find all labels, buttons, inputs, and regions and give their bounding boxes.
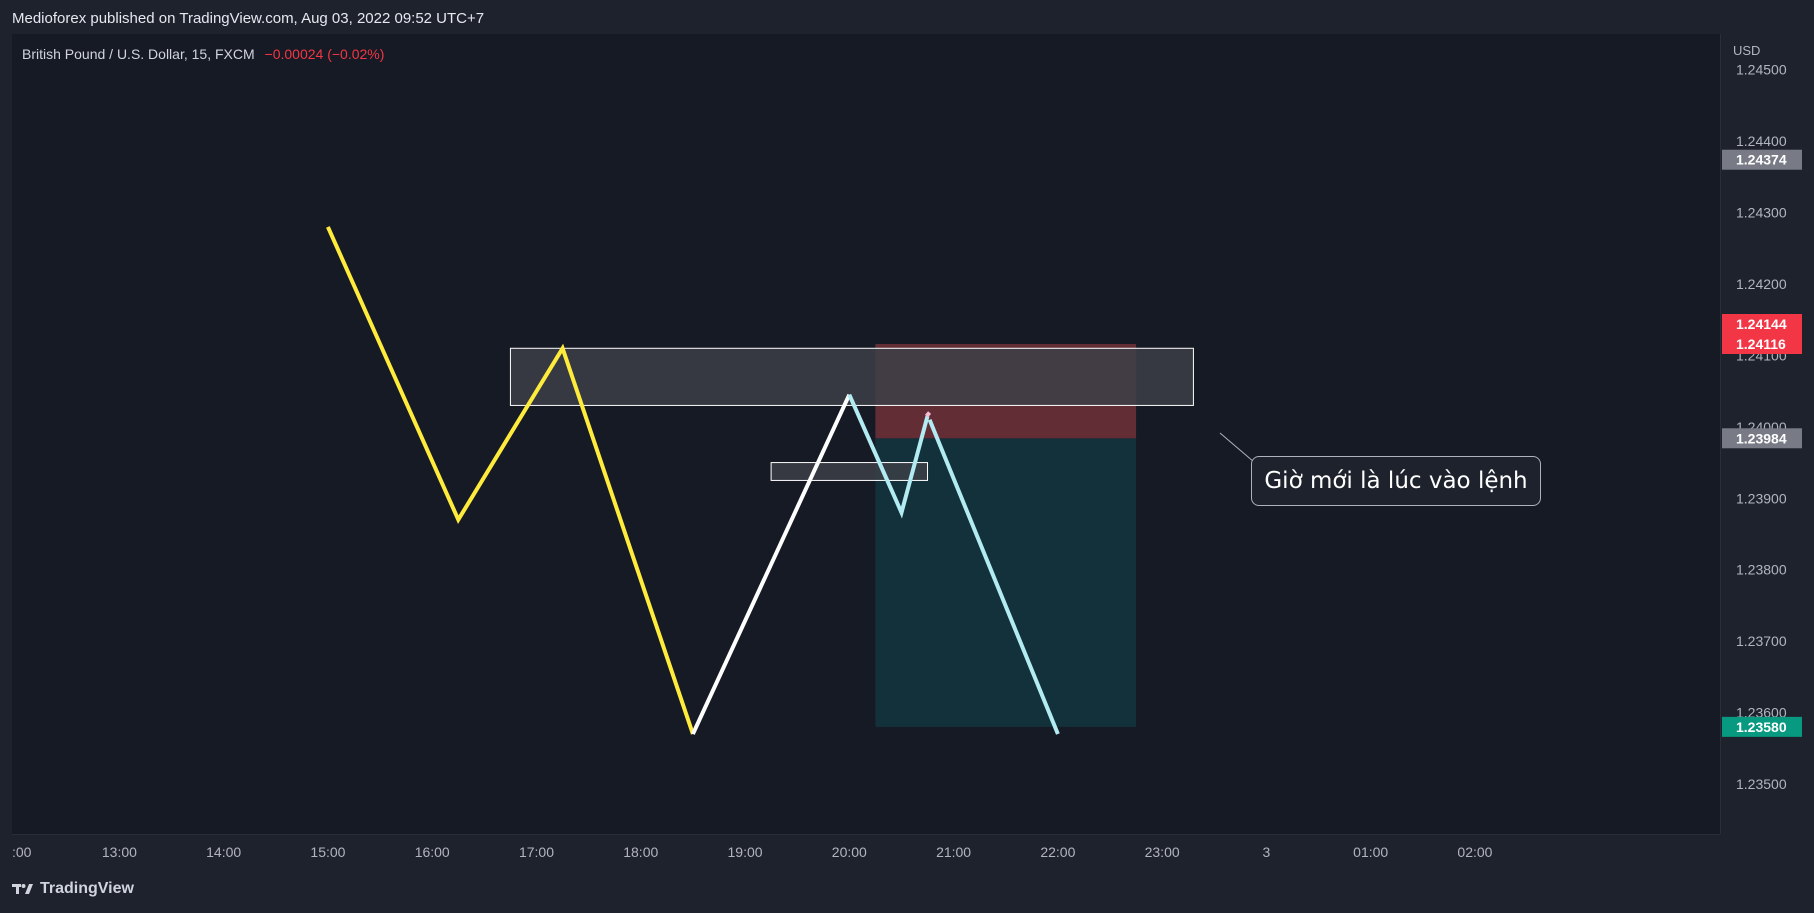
time-tick-label: 13:00	[102, 844, 137, 860]
time-tick-label: 02:00	[1457, 844, 1492, 860]
symbol-legend[interactable]: British Pound / U.S. Dollar, 15, FXCM −0…	[22, 46, 384, 62]
time-tick-label: 23:00	[1145, 844, 1180, 860]
price-tick-label: 1.24400	[1736, 133, 1787, 149]
brand-name: TradingView	[40, 880, 134, 897]
price-badge-label: 1.23580	[1736, 719, 1787, 735]
price-tick-label: 1.23900	[1736, 490, 1787, 506]
time-tick-label: 3	[1263, 844, 1271, 860]
price-badge-label: 1.23984	[1736, 430, 1787, 446]
price-path-3	[925, 411, 932, 418]
target-zone	[875, 438, 1137, 727]
price-badge-label: 1.24374	[1736, 152, 1787, 168]
price-tick-label: 1.24200	[1736, 276, 1787, 292]
small-box	[770, 462, 929, 481]
brand[interactable]: TradingView	[12, 880, 134, 898]
time-tick-label: 21:00	[936, 844, 971, 860]
x-ticks-layer: :00 13:00 14:00 15:00 16:00 17:00 18:00 19:00 20…	[12, 844, 1493, 860]
price-path-1	[691, 393, 852, 735]
currency-label[interactable]: USD	[1733, 43, 1760, 58]
time-tick-label: 22:00	[1040, 844, 1075, 860]
callout-note[interactable]: Giờ mới là lúc vào lệnh	[1251, 456, 1541, 506]
time-tick-label: 20:00	[832, 844, 867, 860]
price-tick-label: 1.24500	[1736, 62, 1787, 78]
time-tick-label: 17:00	[519, 844, 554, 860]
price-badge-label: 1.24144	[1736, 316, 1787, 332]
price-tick-label: 1.23800	[1736, 562, 1787, 578]
price-badge-label: 1.24116	[1736, 336, 1786, 352]
time-tick-label: 15:00	[310, 844, 345, 860]
symbol-change: −0.00024 (−0.02%)	[264, 46, 385, 62]
chart-canvas: 1.235001.236001.237001.238001.239001.240…	[12, 62, 1802, 860]
time-tick-label: 19:00	[728, 844, 763, 860]
callout-pointer	[1219, 432, 1255, 463]
price-tick-label: 1.23500	[1736, 776, 1787, 792]
time-tick-label: :00	[12, 844, 32, 860]
time-tick-label: 16:00	[415, 844, 450, 860]
time-tick-label: 14:00	[206, 844, 241, 860]
time-tick-label: 18:00	[623, 844, 658, 860]
price-tick-label: 1.24300	[1736, 205, 1787, 221]
tradingview-logo-icon	[12, 884, 33, 894]
time-tick-label: 01:00	[1353, 844, 1388, 860]
y-ticks-layer: 1.235001.236001.237001.238001.239001.240…	[1736, 62, 1787, 792]
symbol-name: British Pound / U.S. Dollar, 15, FXCM	[22, 46, 255, 62]
price-tick-label: 1.23700	[1736, 633, 1787, 649]
price-path-0	[326, 226, 695, 735]
